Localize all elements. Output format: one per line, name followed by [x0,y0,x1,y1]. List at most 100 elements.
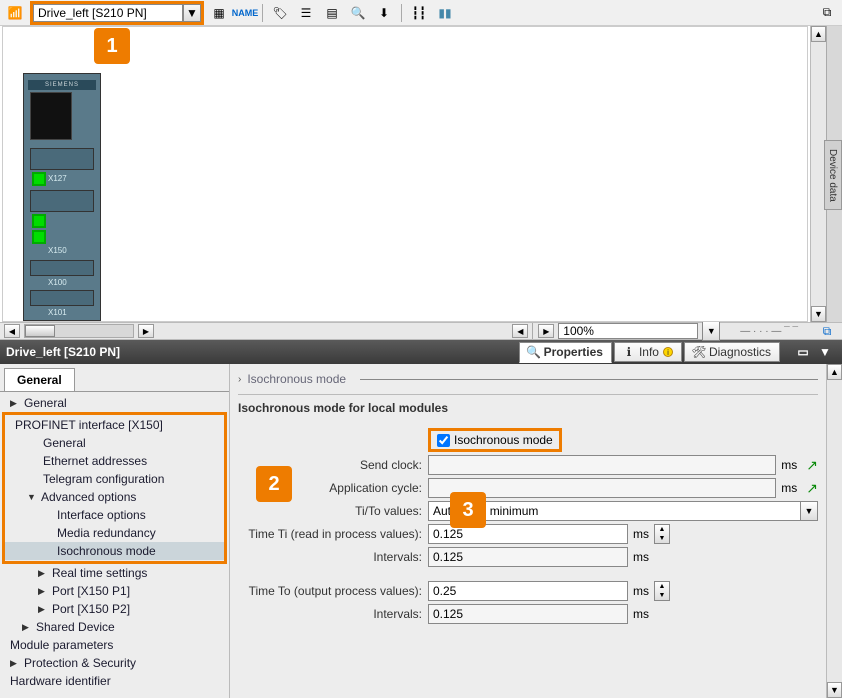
device-slot [30,260,94,276]
window-icon[interactable]: ⧉ [816,2,838,24]
intervals-label: Intervals: [238,607,428,621]
tree-label: PROFINET interface [X150] [15,418,163,432]
tree-advanced-options[interactable]: ▼Advanced options [5,488,224,506]
expander-icon: ▶ [10,398,20,409]
time-to-input[interactable] [428,581,628,601]
tree-shared-device[interactable]: ▶Shared Device [0,618,229,636]
tree-port-x150-p2[interactable]: ▶ Port [X150 P2] [0,600,229,618]
table-icon[interactable]: ▤ [321,2,343,24]
link-arrow-icon[interactable]: ↗ [806,457,818,474]
scroll-down-icon[interactable]: ▼ [811,306,826,322]
view-prev-icon[interactable]: ◀ [512,324,528,338]
tito-combo: ▼ [428,501,818,521]
tree-real-time-settings[interactable]: ▶Real time settings [0,564,229,582]
list-icon[interactable]: ☰ [295,2,317,24]
zoom-dropdown-icon[interactable]: ▼ [702,321,720,341]
tab-info[interactable]: ℹ Info i [614,342,682,362]
tab-properties[interactable]: 🔍 Properties [519,342,612,363]
zoom-select[interactable] [558,323,698,339]
spin-up-icon[interactable]: ▲ [655,525,669,534]
device-graphic[interactable]: SIEMENS X127 X150 X100 X101 [23,73,101,321]
tree-port-x150-p1[interactable]: ▶Port [X150 P1] [0,582,229,600]
isochronous-checkbox-label: Isochronous mode [454,433,553,447]
expander-icon: ▶ [38,604,48,615]
download-icon[interactable]: ⬇ [373,2,395,24]
tab-diagnostics[interactable]: 🛠 Diagnostics [684,342,780,362]
unit-label: ms [628,550,654,564]
device-view: SIEMENS X127 X150 X100 X101 ▲ ▼ [0,26,842,322]
name-icon[interactable]: NAME [234,2,256,24]
expander-icon: ▶ [22,622,32,633]
restore-window-icon[interactable]: ⧉ [816,320,838,342]
tree-label: Advanced options [41,490,136,504]
send-clock-input[interactable] [428,455,776,475]
zoom-in-icon[interactable]: 🔍 [347,2,369,24]
tree-interface-options[interactable]: Interface options [5,506,224,524]
tree-profinet-interface[interactable]: PROFINET interface [X150] [5,416,224,434]
scroll-track[interactable] [827,380,842,682]
time-to-spinner[interactable]: ▲▼ [654,581,670,601]
grid-icon[interactable]: ▦ [208,2,230,24]
view-next-icon[interactable]: ▶ [538,324,554,338]
scroll-up-icon[interactable]: ▲ [827,364,842,380]
intervals-label: Intervals: [238,550,428,564]
port-x150-label: X150 [48,246,67,255]
scroll-up-icon[interactable]: ▲ [811,26,826,42]
dropdown-arrow-icon[interactable]: ▼ [800,501,818,521]
port-x150-1[interactable] [32,214,46,228]
port-x150-2[interactable] [32,230,46,244]
tree-media-redundancy[interactable]: Media redundancy [5,524,224,542]
general-tab[interactable]: General [4,368,75,391]
tree-isochronous-mode[interactable]: Isochronous mode [5,542,224,560]
info-icon: ℹ [623,346,635,358]
inspector-title: Drive_left [S210 PN] [6,345,120,359]
spin-down-icon[interactable]: ▼ [655,534,669,543]
spin-up-icon[interactable]: ▲ [655,582,669,591]
tree-label: Module parameters [10,638,113,652]
hscroll-track[interactable] [24,324,134,338]
tree-module-parameters[interactable]: Module parameters [0,636,229,654]
scroll-right-icon[interactable]: ▶ [138,324,154,338]
tree-telegram-config[interactable]: Telegram configuration [5,470,224,488]
dropdown-arrow-icon[interactable]: ▼ [183,4,201,22]
tree-general[interactable]: ▶General [0,394,229,412]
tree-label: Isochronous mode [57,544,156,558]
device-slot [30,290,94,306]
device-dropdown[interactable] [33,4,183,22]
hscroll-thumb[interactable] [25,325,55,337]
link-arrow-icon[interactable]: ↗ [806,480,818,497]
breadcrumb-item[interactable]: Isochronous mode [247,372,346,386]
isochronous-checkbox[interactable] [437,434,450,447]
tree-ethernet-addresses[interactable]: Ethernet addresses [5,452,224,470]
callout-2: 2 [256,466,292,502]
vertical-scrollbar[interactable]: ▲ ▼ [826,364,842,698]
intervals-1-input[interactable] [428,547,628,567]
section-title: Isochronous mode for local modules [238,394,818,425]
collapse-icon[interactable]: ▼ [814,341,836,363]
tree-pn-general[interactable]: General [5,434,224,452]
device-dropdown-wrap: ▼ [30,1,204,25]
device-canvas[interactable]: SIEMENS X127 X150 X100 X101 [2,26,808,322]
tag-icon[interactable]: 🏷 [269,2,291,24]
compare-icon[interactable]: ▮▮ [434,2,456,24]
time-ti-spinner[interactable]: ▲▼ [654,524,670,544]
tree-protection-security[interactable]: ▶Protection & Security [0,654,229,672]
tree-label: Port [X150 P2] [52,602,130,616]
topology-icon[interactable]: ┇┇ [408,2,430,24]
tree-label: Ethernet addresses [43,454,147,468]
minimize-icon[interactable]: ▭ [792,341,814,363]
unit-label: ms [776,458,802,472]
scroll-down-icon[interactable]: ▼ [827,682,842,698]
properties-icon: 🔍 [528,346,540,358]
nav-tree: ▶General PROFINET interface [X150] Gener… [0,391,229,691]
device-data-tab[interactable]: Device data [824,140,842,210]
tree-hardware-identifier[interactable]: Hardware identifier [0,672,229,690]
unit-label: ms [628,607,654,621]
spin-down-icon[interactable]: ▼ [655,591,669,600]
callout-2-box: PROFINET interface [X150] General Ethern… [2,412,227,564]
network-icon[interactable]: 📶 [4,2,26,24]
port-x127[interactable] [32,172,46,186]
intervals-2-input[interactable] [428,604,628,624]
scroll-left-icon[interactable]: ◀ [4,324,20,338]
expander-icon: ▶ [38,568,48,579]
